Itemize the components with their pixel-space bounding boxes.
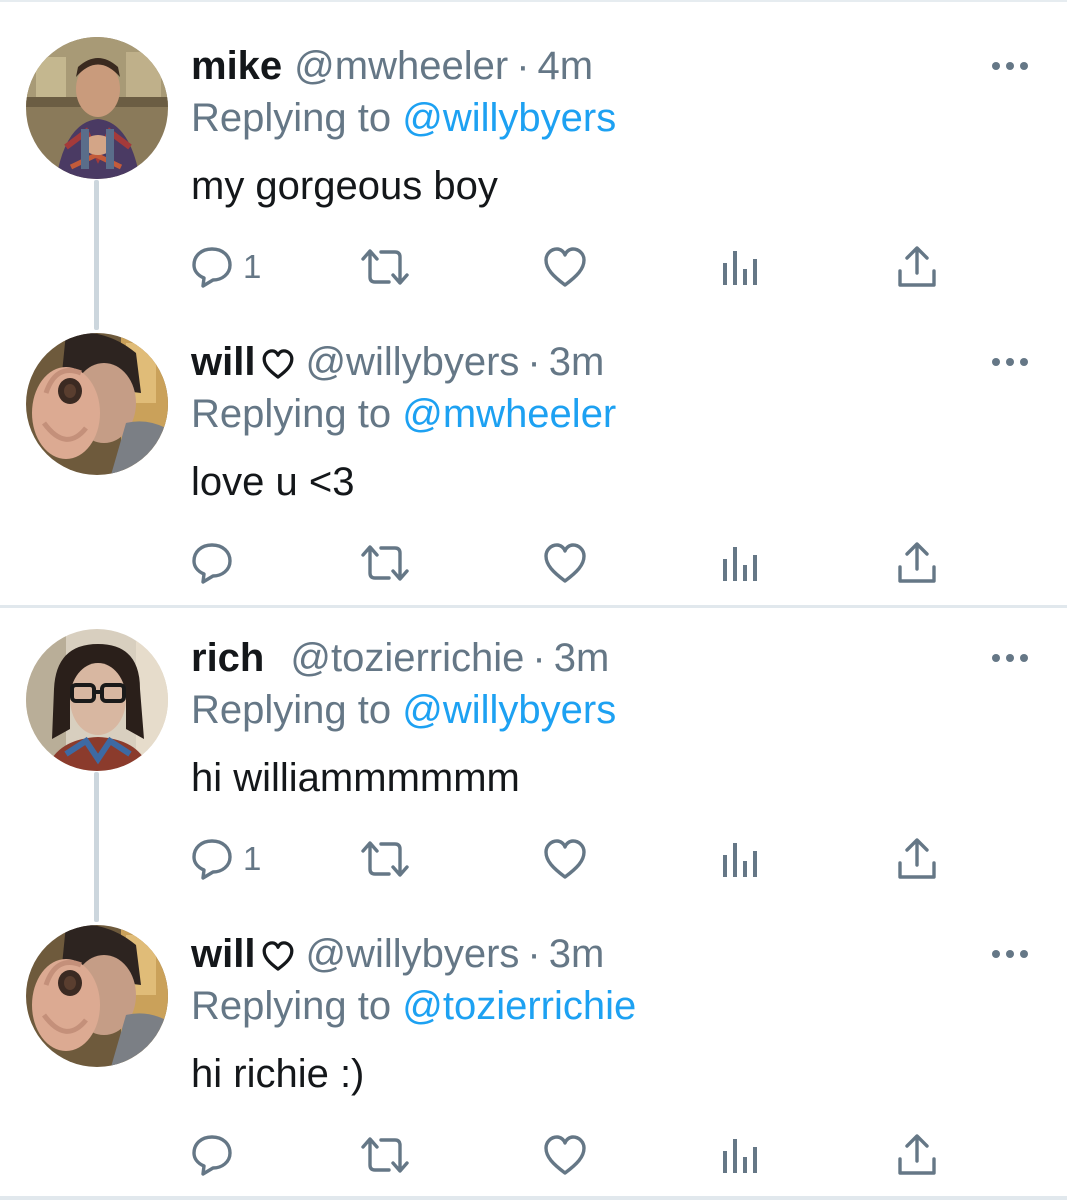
reply-bubble-icon bbox=[192, 839, 232, 880]
share-upload-icon bbox=[898, 542, 936, 583]
retweet-icon bbox=[361, 1137, 409, 1173]
reply-count: 1 bbox=[243, 840, 262, 877]
user-handle[interactable]: @willybyers bbox=[305, 340, 519, 384]
mention-link[interactable]: @willybyers bbox=[402, 96, 616, 140]
reply-button[interactable]: 1 bbox=[191, 837, 261, 881]
reply-count: 1 bbox=[243, 248, 262, 285]
analytics-button[interactable] bbox=[721, 837, 761, 881]
tweet-header: rich @tozierrichie · 3m bbox=[191, 632, 609, 684]
retweet-button[interactable] bbox=[359, 837, 411, 881]
user-handle[interactable]: @willybyers bbox=[305, 932, 519, 976]
like-button[interactable] bbox=[543, 837, 587, 881]
share-button[interactable] bbox=[896, 837, 938, 881]
avatar[interactable] bbox=[26, 37, 168, 179]
replying-to-line: Replying to @willybyers bbox=[191, 93, 616, 143]
share-button[interactable] bbox=[896, 1133, 938, 1177]
action-bar: 1 bbox=[191, 837, 951, 881]
action-bar bbox=[191, 541, 951, 585]
tweet[interactable]: rich @tozierrichie · 3m Replying to @willyb… bbox=[0, 592, 1067, 888]
separator-dot: · bbox=[527, 932, 541, 976]
tweet-header: mike @mwheeler · 4m bbox=[191, 40, 593, 92]
replying-to-line: Replying to @willybyers bbox=[191, 685, 616, 735]
like-button[interactable] bbox=[543, 245, 587, 289]
tweet-header: will @willybyers · 3m bbox=[191, 928, 604, 980]
replying-to-line: Replying to @mwheeler bbox=[191, 389, 616, 439]
reply-button[interactable] bbox=[191, 1133, 243, 1177]
user-handle[interactable]: @tozierrichie bbox=[290, 636, 524, 680]
bottom-border bbox=[0, 1196, 1067, 1200]
retweet-icon bbox=[361, 841, 409, 877]
display-name[interactable]: rich bbox=[191, 636, 264, 680]
reply-button[interactable] bbox=[191, 541, 243, 585]
more-options-icon[interactable] bbox=[990, 936, 1030, 972]
separator-dot: · bbox=[516, 44, 530, 88]
tweet-text: love u <3 bbox=[191, 460, 355, 504]
mention-link[interactable]: @tozierrichie bbox=[402, 984, 636, 1028]
tweet-text: hi williammmmmm bbox=[191, 756, 520, 800]
action-bar bbox=[191, 1133, 951, 1177]
replying-to-line: Replying to @tozierrichie bbox=[191, 981, 636, 1031]
separator-dot: · bbox=[532, 636, 546, 680]
avatar[interactable] bbox=[26, 629, 168, 771]
mention-link[interactable]: @mwheeler bbox=[402, 392, 616, 436]
more-options-icon[interactable] bbox=[990, 344, 1030, 380]
analytics-button[interactable] bbox=[721, 245, 761, 289]
heart-outline-icon bbox=[544, 543, 586, 583]
retweet-button[interactable] bbox=[359, 541, 411, 585]
timestamp[interactable]: 3m bbox=[554, 636, 610, 680]
tweet[interactable]: will @willybyers · 3m Replying to @tozierri… bbox=[0, 888, 1067, 1184]
analytics-bars-icon bbox=[723, 843, 757, 877]
share-button[interactable] bbox=[896, 541, 938, 585]
retweet-button[interactable] bbox=[359, 1133, 411, 1177]
more-options-icon[interactable] bbox=[990, 640, 1030, 676]
reply-bubble-icon bbox=[192, 543, 232, 584]
analytics-bars-icon bbox=[723, 1139, 757, 1173]
separator-dot: · bbox=[527, 340, 541, 384]
reply-bubble-icon bbox=[192, 247, 232, 288]
more-options-icon[interactable] bbox=[990, 48, 1030, 84]
like-button[interactable] bbox=[543, 1133, 587, 1177]
heart-outline-icon bbox=[544, 247, 586, 287]
heart-outline-icon bbox=[544, 839, 586, 879]
share-button[interactable] bbox=[896, 245, 938, 289]
analytics-button[interactable] bbox=[721, 541, 761, 585]
reply-button[interactable]: 1 bbox=[191, 245, 261, 289]
share-upload-icon bbox=[898, 246, 936, 287]
avatar[interactable] bbox=[26, 925, 168, 1067]
timestamp[interactable]: 3m bbox=[549, 932, 605, 976]
analytics-bars-icon bbox=[723, 547, 757, 581]
like-button[interactable] bbox=[543, 541, 587, 585]
heart-outline-icon bbox=[262, 941, 294, 972]
analytics-button[interactable] bbox=[721, 1133, 761, 1177]
tweet-header: will @willybyers · 3m bbox=[191, 336, 604, 388]
share-upload-icon bbox=[898, 1134, 936, 1175]
replying-prefix: Replying to bbox=[191, 984, 392, 1028]
replying-prefix: Replying to bbox=[191, 96, 392, 140]
user-handle[interactable]: @mwheeler bbox=[294, 44, 508, 88]
reply-bubble-icon bbox=[192, 1135, 232, 1176]
mention-link[interactable]: @willybyers bbox=[402, 688, 616, 732]
retweet-button[interactable] bbox=[359, 245, 411, 289]
display-name[interactable]: will bbox=[191, 340, 255, 384]
avatar[interactable] bbox=[26, 333, 168, 475]
tweet-text: hi richie :) bbox=[191, 1052, 365, 1096]
action-bar: 1 bbox=[191, 245, 951, 289]
timestamp[interactable]: 3m bbox=[549, 340, 605, 384]
retweet-icon bbox=[361, 249, 409, 285]
replying-prefix: Replying to bbox=[191, 392, 392, 436]
heart-outline-icon bbox=[544, 1135, 586, 1175]
display-name[interactable]: mike bbox=[191, 44, 282, 88]
replying-prefix: Replying to bbox=[191, 688, 392, 732]
heart-outline-icon bbox=[262, 349, 294, 380]
tweet[interactable]: mike @mwheeler · 4m Replying to @willybyers… bbox=[0, 0, 1067, 296]
tweet[interactable]: will @willybyers · 3m Replying to @mwheeler… bbox=[0, 296, 1067, 592]
analytics-bars-icon bbox=[723, 251, 757, 285]
timestamp[interactable]: 4m bbox=[538, 44, 594, 88]
tweet-text: my gorgeous boy bbox=[191, 164, 498, 208]
display-name[interactable]: will bbox=[191, 932, 255, 976]
retweet-icon bbox=[361, 545, 409, 581]
share-upload-icon bbox=[898, 838, 936, 879]
